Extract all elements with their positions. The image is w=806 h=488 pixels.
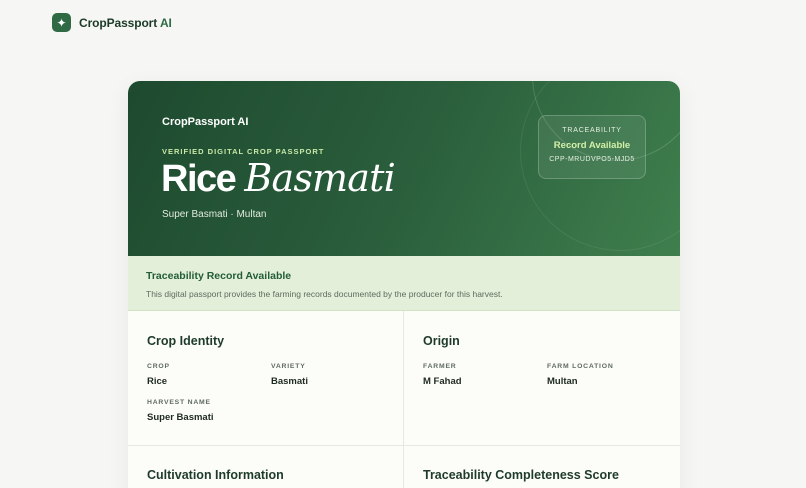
brand-suffix: AI [157,15,172,30]
location-label: FARM LOCATION [547,363,614,370]
badge-status: Record Available [553,140,631,151]
harvest-label: HARVEST NAME [147,399,211,406]
farmer-field: FARMER M Fahad [423,363,547,387]
crop-label: CROP [147,363,170,370]
brand-name: CropPassport [79,15,158,30]
cultivation-panel: Cultivation Information [128,446,404,488]
hero-brand: CropPassport AI [162,116,248,128]
brand-logo[interactable]: CropPassport AI [79,16,172,30]
details-grid: Crop Identity CROP Rice VARIETY Basmati … [128,311,680,488]
variety-value: Basmati [271,376,308,387]
passport-hero: CropPassport AI VERIFIED DIGITAL CROP PA… [128,81,680,256]
record-id: CPP-MRUDVPO5-MJD5 [549,156,635,163]
app-header: ✦ CropPassport AI [52,13,172,32]
farmer-value: M Fahad [423,376,462,387]
farmer-label: FARMER [423,363,457,370]
banner-text: This digital passport provides the farmi… [146,289,503,299]
crop-value: Rice [147,376,168,387]
harvest-value: Super Basmati [147,412,214,423]
variety-name: Basmati [244,156,395,200]
score-title: Traceability Completeness Score [423,468,619,482]
crop-identity-panel: Crop Identity CROP Rice VARIETY Basmati … [128,311,404,446]
traceability-badge: TRACEABILITY Record Available CPP-MRUDVP… [538,115,646,179]
crop-field: CROP Rice [147,363,271,387]
crop-passport-card: CropPassport AI VERIFIED DIGITAL CROP PA… [128,81,680,488]
variety-label: VARIETY [271,363,306,370]
traceability-banner: Traceability Record Available This digit… [128,256,680,311]
origin-title: Origin [423,334,460,348]
hero-subtitle: Super Basmati · Multan [162,209,267,220]
hero-brand-text: CropPassport AI [162,116,249,128]
badge-label: TRACEABILITY [562,127,622,134]
cultivation-title: Cultivation Information [147,468,284,482]
hero-kicker: VERIFIED DIGITAL CROP PASSPORT [162,147,325,156]
location-field: FARM LOCATION Multan [547,363,671,387]
banner-title: Traceability Record Available [146,270,292,282]
location-value: Multan [547,376,578,387]
crop-name: Rice [161,158,237,200]
variety-field: VARIETY Basmati [271,363,395,387]
page-title: Rice Basmati [161,156,396,200]
origin-panel: Origin FARMER M Fahad FARM LOCATION Mult… [404,311,680,446]
score-panel: Traceability Completeness Score [404,446,680,488]
harvest-field: HARVEST NAME Super Basmati [147,399,271,423]
sparkle-icon[interactable]: ✦ [52,13,71,32]
crop-identity-title: Crop Identity [147,334,225,348]
